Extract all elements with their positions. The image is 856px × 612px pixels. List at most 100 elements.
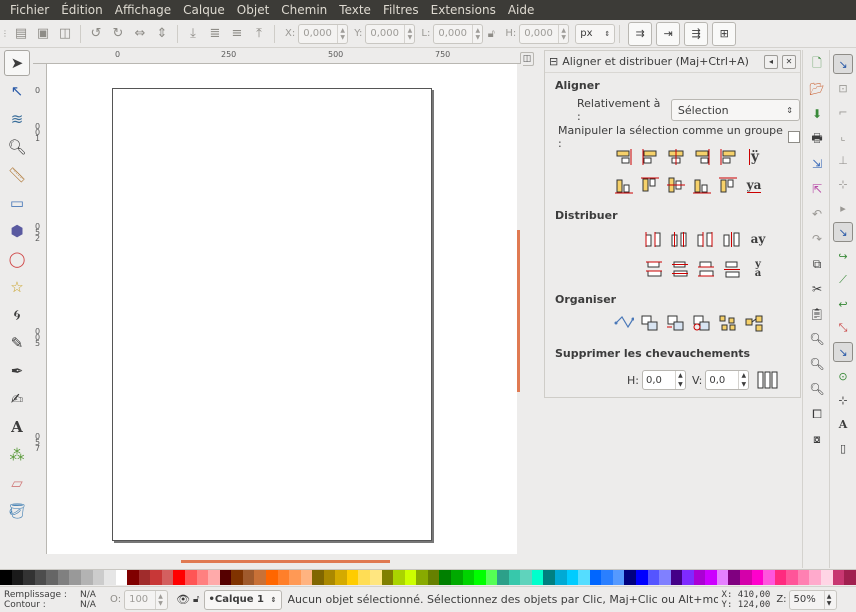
save-document-icon[interactable]: ⬇ [806,103,828,125]
scroll-thumb[interactable] [181,560,390,563]
overlap-h-spinbox[interactable]: 0,0 ▲ ▼ [641,370,686,390]
color-swatch[interactable] [358,570,370,585]
align-left-to-right-anchor-icon[interactable] [715,145,741,169]
color-swatch[interactable] [115,570,128,585]
color-swatch[interactable] [670,570,683,585]
color-swatch[interactable] [844,570,856,585]
color-swatch[interactable] [161,570,174,585]
color-swatch[interactable] [150,570,162,585]
menu-aide[interactable]: Aide [502,0,541,20]
color-swatch[interactable] [300,570,313,585]
spiral-tool-icon[interactable]: 🌀︎ [4,302,30,328]
color-swatch[interactable] [450,570,463,585]
center-horizontal-axis-icon[interactable] [663,173,689,197]
menu-edition[interactable]: Édition [55,0,109,20]
align-text-baseline-icon[interactable]: ÿ [741,145,767,169]
text-tool-icon[interactable]: A [4,414,30,440]
align-right-edges-icon[interactable] [689,145,715,169]
zoom-spinbox[interactable]: 50% ▲ ▼ [788,589,837,610]
color-swatch[interactable] [508,570,521,585]
color-swatch[interactable] [46,570,58,585]
color-swatch[interactable] [612,570,625,585]
spin-arrows-icon[interactable]: ▲ ▼ [472,24,482,43]
color-swatch[interactable] [242,570,255,585]
snap-others-icon[interactable]: ↘ [833,342,853,362]
paste-icon[interactable]: 📋︎ [806,303,828,325]
opacity-spinbox[interactable]: 100 ▲ ▼ [124,589,169,610]
color-swatch[interactable] [11,570,24,585]
tweak-tool-icon[interactable]: ≋ [4,106,30,132]
menu-filtres[interactable]: Filtres [377,0,425,20]
flip-horizontal-icon[interactable]: ⇔ [129,23,151,45]
menu-extensions[interactable]: Extensions [425,0,502,20]
snap-object-midpoints-icon[interactable]: ⊙ [833,366,853,386]
align-baseline-horizontal-icon[interactable]: ya [741,173,767,197]
duplicate-icon[interactable]: ⧠ [806,403,828,425]
randomize-positions-icon[interactable] [715,311,741,335]
snap-paths-icon[interactable]: ↪ [833,246,853,266]
lock-icon[interactable]: 🔓︎ [483,23,499,45]
color-swatch[interactable] [659,570,671,585]
lower-to-bottom-icon[interactable]: ⤓ [182,23,204,45]
spray-tool-icon[interactable]: ⁂ [4,442,30,468]
zoom-drawing-icon[interactable]: 🔍︎ [806,353,828,375]
move-patterns-toggle[interactable]: ⊞ [712,21,737,46]
color-swatch[interactable] [34,570,47,585]
horizontal-scrollbar[interactable] [47,554,517,568]
color-swatch[interactable] [323,570,336,585]
color-swatch[interactable] [832,570,845,585]
color-swatch[interactable] [462,570,475,585]
move-gradients-toggle[interactable]: ⇶ [684,21,709,46]
color-swatch[interactable] [705,570,717,585]
align-bottom-edges-icon[interactable] [689,173,715,197]
color-swatch[interactable] [173,570,185,585]
w-spinbox[interactable]: 0,000 ▲ ▼ [433,23,484,44]
node-tool-icon[interactable]: ↖ [4,78,30,104]
color-swatch[interactable] [740,570,752,585]
spin-arrows-icon[interactable]: ▲ ▼ [738,371,748,389]
color-swatch[interactable] [820,570,833,585]
snap-bbox-center-icon[interactable]: ⊹ [833,174,853,194]
cut-icon[interactable]: ✂ [806,278,828,300]
rotate-cw-icon[interactable]: ↻ [107,23,129,45]
exchange-positions-clockwise-icon[interactable] [689,311,715,335]
align-bottom-to-top-anchor-icon[interactable] [611,173,637,197]
exchange-positions-z-order-icon[interactable] [663,311,689,335]
color-swatch[interactable] [92,570,105,585]
close-icon[interactable]: ✕ [782,54,796,69]
y-spinbox[interactable]: 0,000 ▲ ▼ [365,23,416,44]
menu-texte[interactable]: Texte [333,0,377,20]
menu-chemin[interactable]: Chemin [275,0,333,20]
open-document-icon[interactable]: 📂︎ [806,78,828,100]
unit-select[interactable]: px ⇕ [575,23,616,44]
spin-arrows-icon[interactable]: ▲ ▼ [823,590,834,609]
color-swatch[interactable] [346,570,359,585]
import-icon[interactable]: ⇲ [806,153,828,175]
snap-bbox-corners-icon[interactable]: ⌞ [833,126,853,146]
color-swatch[interactable] [555,570,567,585]
align-top-edges-icon[interactable] [637,173,663,197]
fill-value[interactable]: N/A [80,590,96,600]
distribute-baselines-vertical-icon[interactable]: ya [745,257,771,281]
color-swatch[interactable] [416,570,428,585]
spin-arrows-icon[interactable]: ▲ ▼ [558,24,568,43]
color-swatch[interactable] [69,570,81,585]
layer-lock-icon[interactable]: 🔓︎ [193,594,199,605]
group-checkbox[interactable] [788,131,800,143]
export-icon[interactable]: ⇱ [806,178,828,200]
color-swatch[interactable] [578,570,590,585]
color-swatch[interactable] [185,570,197,585]
iconify-icon[interactable]: ◂ [764,54,778,69]
color-swatch[interactable] [404,570,417,585]
color-swatch[interactable] [289,570,301,585]
color-swatch[interactable] [728,570,740,585]
color-swatch[interactable] [693,570,706,585]
ellipse-tool-icon[interactable]: ◯ [4,246,30,272]
calligraphy-tool-icon[interactable]: ✍ [4,386,30,412]
overlap-v-spinbox[interactable]: 0,0 ▲ ▼ [705,370,750,390]
print-icon[interactable]: 🖶︎ [806,128,828,150]
color-swatch[interactable] [786,570,798,585]
snap-bbox-edges-icon[interactable]: ⌐ [833,102,853,122]
color-swatch[interactable] [254,570,266,585]
snap-smooth-nodes-icon[interactable]: ⤡ [833,318,853,338]
